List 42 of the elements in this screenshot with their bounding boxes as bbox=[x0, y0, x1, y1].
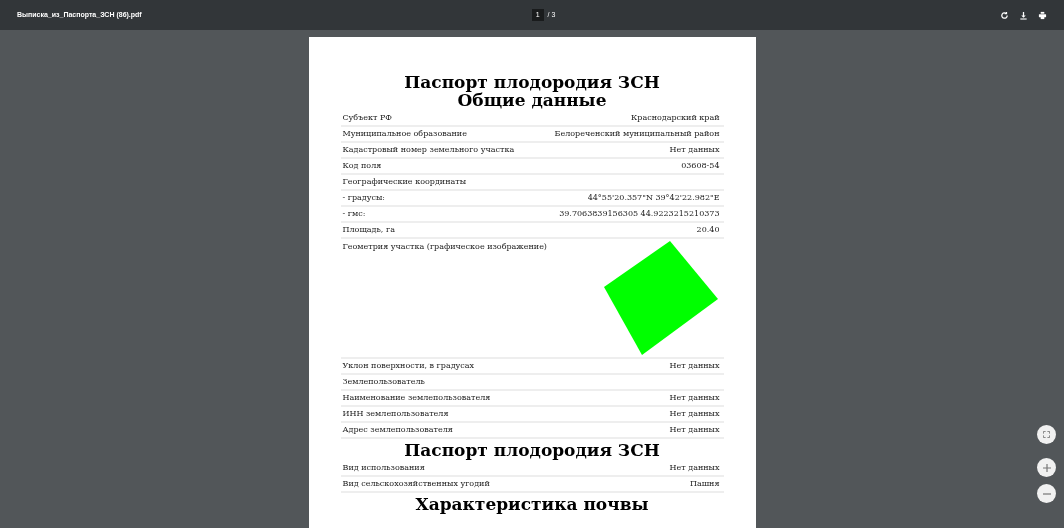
row-label: Уклон поверхности, в градусах bbox=[342, 360, 475, 372]
print-icon[interactable] bbox=[1038, 10, 1047, 20]
row-label: Географические координаты bbox=[342, 176, 467, 188]
row-value: 44°55'20.357"N 39°42'22.982"E bbox=[587, 192, 720, 204]
row-value: Нет данных bbox=[669, 408, 720, 420]
zoom-out-button[interactable] bbox=[1037, 484, 1056, 503]
row-label: Геометрия участка (графическое изображение) bbox=[342, 241, 547, 253]
section-heading: Паспорт плодородия ЗСН bbox=[404, 73, 660, 91]
fit-page-icon bbox=[1043, 431, 1050, 438]
row-label: Код поля bbox=[342, 160, 382, 172]
row-label: Площадь, га bbox=[342, 224, 395, 236]
minus-icon bbox=[1042, 492, 1051, 495]
row-label: - градусы: bbox=[342, 192, 385, 204]
download-icon[interactable] bbox=[1019, 10, 1028, 20]
row-label: Вид использования bbox=[342, 462, 425, 474]
row-value: Белореченский муниципальный район bbox=[554, 128, 720, 140]
row-label: Землепользователь bbox=[342, 376, 425, 388]
fit-page-button[interactable] bbox=[1037, 425, 1056, 444]
row-value: Пашня bbox=[689, 478, 720, 490]
row-value: Нет данных bbox=[669, 462, 720, 474]
row-label: Наименование землепользователя bbox=[342, 392, 491, 404]
row-value: Нет данных bbox=[669, 392, 720, 404]
row-value: Нет данных bbox=[669, 144, 720, 156]
row-value: 03608-54 bbox=[681, 160, 720, 172]
row-label: Вид сельскохозяйственных угодий bbox=[342, 478, 490, 490]
row-value: 20.40 bbox=[696, 224, 720, 236]
rotate-icon[interactable] bbox=[1000, 10, 1009, 20]
row-value: Краснодарский край bbox=[631, 112, 720, 124]
row-value: 39.7063839156305 44.9223215210373 bbox=[559, 208, 720, 220]
row-label: Субъект РФ bbox=[342, 112, 392, 124]
row-label: Муниципальное образование bbox=[342, 128, 467, 140]
row-value: Нет данных bbox=[669, 360, 720, 372]
plus-icon bbox=[1042, 463, 1051, 472]
row-value: Нет данных bbox=[669, 424, 720, 436]
row-label: Кадастровый номер земельного участка bbox=[342, 144, 515, 156]
section-heading: Характеристика почвы bbox=[415, 495, 649, 513]
zoom-in-button[interactable] bbox=[1037, 458, 1056, 477]
section-heading: Паспорт плодородия ЗСН bbox=[404, 441, 660, 459]
row-label: ИНН землепользователя bbox=[342, 408, 449, 420]
section-heading: Общие данные bbox=[457, 91, 607, 109]
row-label: - гмс: bbox=[342, 208, 366, 220]
row-label: Адрес землепользователя bbox=[342, 424, 453, 436]
